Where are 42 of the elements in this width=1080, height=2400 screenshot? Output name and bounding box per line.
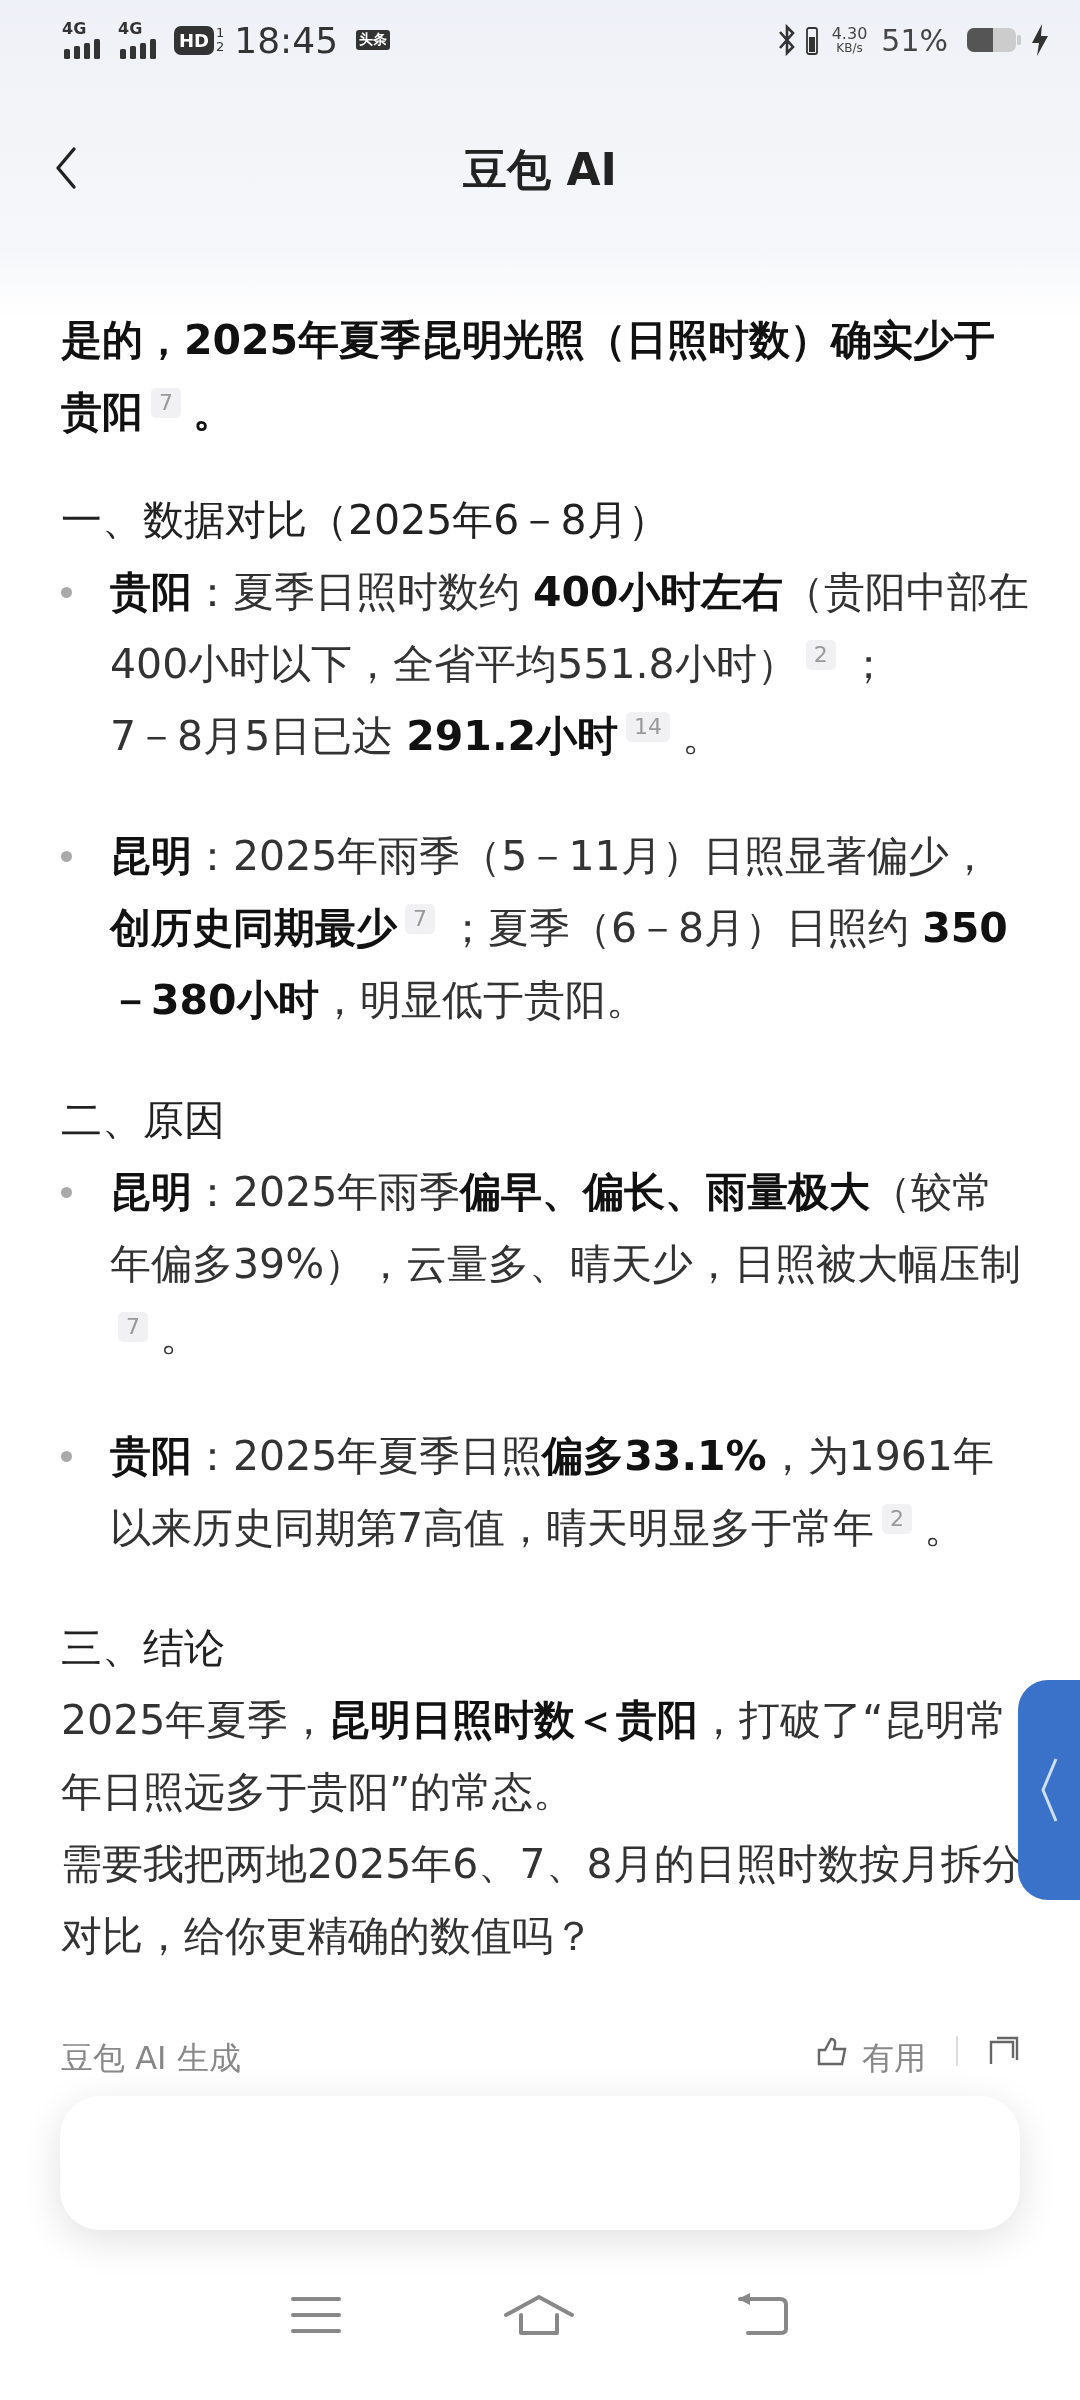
sim-number: 1 [216, 26, 225, 40]
home-icon [503, 2293, 575, 2337]
section-heading: 一、数据对比（2025年6－8月） [61, 495, 670, 546]
bullet-dot [61, 851, 72, 862]
citation-badge[interactable]: 2 [882, 1504, 913, 1534]
clock: 18:45 [234, 19, 339, 61]
bullet-text: 昆明：2025年雨季（5－11月）日照显著偏少，创历史同期最少 7 ；夏季（6－8月）日照约 350－380小时，明显低于贵阳。 [110, 831, 1009, 1026]
copy-icon [988, 2036, 1020, 2066]
citation-badge[interactable]: 7 [151, 388, 181, 418]
battery-icon [966, 26, 1022, 54]
side-panel-tab[interactable] [1018, 1680, 1080, 1900]
battery-percent: 51% [881, 22, 948, 58]
hd-badge: HD [174, 25, 214, 55]
section-heading: 二、原因 [61, 1095, 226, 1146]
answer-text: 是的，2025年夏季昆明光照（日照时数）确实少于贵阳 7 。 [61, 315, 997, 438]
chevron-icon [1039, 1757, 1059, 1823]
menu-icon [290, 2295, 343, 2335]
source-note: 豆包 AI 生成 [61, 2038, 241, 2079]
bullet-text: 贵阳：2025年夏季日照偏多33.1%，为1961年以来历史同期第7高值，晴天明显多于常年 2 。 [110, 1431, 995, 1554]
speed-value: 4.30 [831, 25, 868, 42]
bullet-dot [61, 1187, 72, 1198]
back-icon [54, 146, 78, 190]
citation-badge[interactable]: 14 [626, 712, 670, 742]
citation-badge[interactable]: 7 [118, 1312, 148, 1342]
speed-unit: KB/s [836, 42, 863, 55]
network-label: 4G [62, 21, 87, 37]
app-badge: 头条 [356, 30, 391, 50]
bullet-text: 昆明：2025年雨季偏早、偏长、雨量极大（较常年偏多39%），云量多、晴天少，日照被大幅压制 7 。 [110, 1167, 1023, 1362]
sim-number: 2 [216, 40, 225, 54]
bullet-dot [61, 1451, 72, 1462]
back-nav-icon [735, 2293, 790, 2337]
paragraph-text: 需要我把两地2025年6、7、8月的日照时数按月拆分对比，给你更精确的数值吗？ [61, 1839, 1024, 1962]
battery-small-icon [805, 25, 818, 55]
citation-badge[interactable]: 7 [405, 904, 435, 934]
bullet-dot [61, 587, 72, 598]
page-title: 豆包 AI [463, 142, 617, 197]
citation-badge[interactable]: 2 [805, 640, 836, 670]
paragraph-text: 2025年夏季，昆明日照时数＜贵阳，打破了“昆明常年日照远多于贵阳”的常态。 [61, 1695, 1008, 1818]
section-heading: 三、结论 [61, 1623, 226, 1674]
useful-button[interactable]: 有用 [862, 2036, 926, 2080]
bullet-text: 贵阳：夏季日照时数约 400小时左右（贵阳中部在400小时以下，全省平均551.8小时） 2 ； 7－8月5日已达 291.2小时 14 。 [110, 567, 1030, 762]
network-label: 4G [118, 21, 143, 37]
